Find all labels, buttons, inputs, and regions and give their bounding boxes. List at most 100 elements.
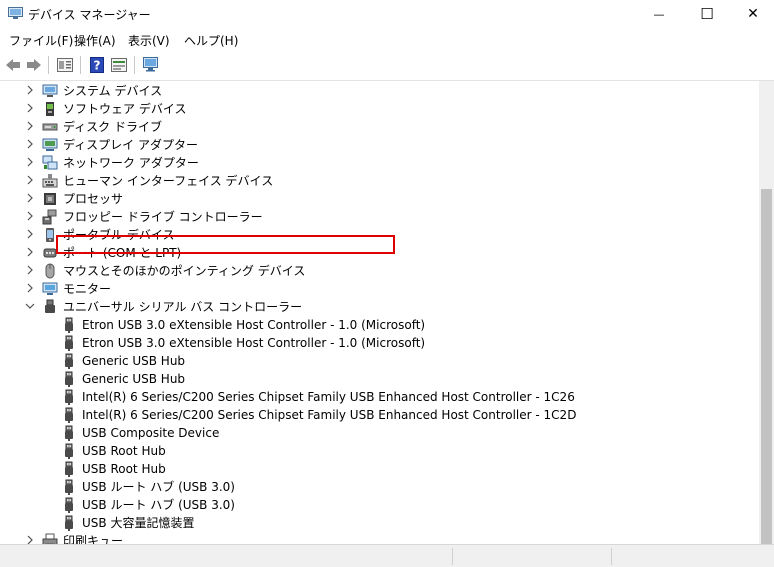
tree-category-row[interactable]: ユニバーサル シリアル バス コントローラー (0, 298, 759, 316)
usb-device-row[interactable]: Generic USB Hub (0, 370, 759, 388)
network-adapter-icon (42, 155, 58, 171)
usb-device-row[interactable]: Generic USB Hub (0, 352, 759, 370)
usb-device-row[interactable]: USB ルート ハブ (USB 3.0) (0, 496, 759, 514)
update-driver-icon (111, 58, 127, 72)
usb-plug-icon (61, 353, 77, 369)
category-label: システム デバイス (63, 84, 163, 98)
minimize-icon: — (653, 7, 665, 21)
chevron-right-icon[interactable] (25, 264, 35, 276)
device-label: Intel(R) 6 Series/C200 Series Chipset Fa… (82, 408, 577, 422)
category-label: モニター (63, 282, 112, 296)
usb-device-row[interactable]: USB 大容量記憶装置 (0, 514, 759, 532)
device-manager-icon (8, 7, 23, 19)
device-label: USB ルート ハブ (USB 3.0) (82, 498, 235, 512)
scan-hardware-icon (142, 57, 158, 72)
minimize-button[interactable]: — (636, 0, 682, 28)
status-divider (611, 548, 612, 565)
chevron-right-icon[interactable] (25, 102, 35, 114)
usb-plug-icon (61, 461, 77, 477)
tree-category-row[interactable]: 印刷キュー (0, 532, 759, 544)
tree-category-row[interactable]: ネットワーク アダプター (0, 154, 759, 172)
disk-drive-icon (42, 119, 58, 135)
tree-category-row[interactable]: ソフトウェア デバイス (0, 100, 759, 118)
tree-category-row[interactable]: ディスク ドライブ (0, 118, 759, 136)
chevron-right-icon[interactable] (25, 246, 35, 258)
forward-button[interactable] (25, 57, 43, 73)
chevron-right-icon[interactable] (25, 282, 35, 294)
chevron-right-icon[interactable] (25, 174, 35, 186)
scan-hardware-button[interactable] (142, 57, 160, 73)
category-label: ユニバーサル シリアル バス コントローラー (63, 300, 303, 314)
tree-category-row[interactable]: プロセッサ (0, 190, 759, 208)
device-tree[interactable]: システム デバイスソフトウェア デバイスディスク ドライブディスプレイ アダプタ… (0, 81, 759, 544)
usb-device-row[interactable]: Etron USB 3.0 eXtensible Host Controller… (0, 316, 759, 334)
maximize-button[interactable]: ☐ (684, 0, 730, 28)
menu-file[interactable]: ファイル(F) (9, 32, 73, 49)
properties-icon (57, 58, 73, 72)
printer-icon (42, 533, 58, 544)
usb-plug-icon (61, 317, 77, 333)
chevron-right-icon[interactable] (25, 156, 35, 168)
window-title: デバイス マネージャー (28, 8, 151, 22)
device-label: Intel(R) 6 Series/C200 Series Chipset Fa… (82, 390, 575, 404)
usb-device-row[interactable]: Intel(R) 6 Series/C200 Series Chipset Fa… (0, 388, 759, 406)
usb-plug-icon (61, 371, 77, 387)
usb-device-row[interactable]: Intel(R) 6 Series/C200 Series Chipset Fa… (0, 406, 759, 424)
tree-category-row[interactable]: モニター (0, 280, 759, 298)
category-label: ディスク ドライブ (63, 120, 162, 134)
category-label: ネットワーク アダプター (63, 156, 199, 170)
close-icon: ✕ (747, 6, 759, 22)
monitor-icon (42, 281, 58, 297)
title-bar[interactable]: デバイス マネージャー — ☐ ✕ (0, 0, 774, 28)
usb-plug-icon (61, 407, 77, 423)
usb-plug-icon (61, 515, 77, 531)
update-driver-button[interactable] (110, 57, 128, 73)
tree-category-row[interactable]: ヒューマン インターフェイス デバイス (0, 172, 759, 190)
close-button[interactable]: ✕ (730, 0, 774, 28)
menu-help[interactable]: ヘルプ(H) (184, 32, 238, 49)
status-bar (0, 544, 774, 567)
chevron-right-icon[interactable] (25, 210, 35, 222)
tree-category-row[interactable]: ディスプレイ アダプター (0, 136, 759, 154)
device-label: Generic USB Hub (82, 372, 186, 386)
usb-device-row[interactable]: USB Root Hub (0, 442, 759, 460)
usb-plug-icon (61, 425, 77, 441)
chevron-right-icon[interactable] (25, 84, 35, 96)
chevron-right-icon[interactable] (25, 192, 35, 204)
category-label: プロセッサ (63, 192, 124, 206)
usb-device-row[interactable]: USB Root Hub (0, 460, 759, 478)
toolbar-separator (80, 56, 81, 74)
properties-button[interactable] (56, 57, 74, 73)
chevron-right-icon[interactable] (25, 534, 35, 544)
chevron-right-icon[interactable] (25, 120, 35, 132)
device-label: USB 大容量記憶装置 (82, 516, 195, 530)
tree-category-row[interactable]: システム デバイス (0, 82, 759, 100)
usb-device-row[interactable]: USB Composite Device (0, 424, 759, 442)
menu-action[interactable]: 操作(A) (74, 32, 116, 49)
chevron-right-icon[interactable] (25, 228, 35, 240)
usb-plug-icon (61, 389, 77, 405)
chevron-right-icon[interactable] (25, 138, 35, 150)
help-button[interactable]: ? (88, 57, 106, 73)
scrollbar-thumb[interactable] (761, 189, 772, 544)
usb-plug-icon (61, 479, 77, 495)
menu-view[interactable]: 表示(V) (128, 32, 170, 49)
software-devices-icon (42, 101, 58, 117)
back-button[interactable] (4, 57, 22, 73)
category-label: マウスとそのほかのポインティング デバイス (63, 264, 306, 278)
usb-device-row[interactable]: USB ルート ハブ (USB 3.0) (0, 478, 759, 496)
usb-plug-icon (61, 443, 77, 459)
usb-device-row[interactable]: Etron USB 3.0 eXtensible Host Controller… (0, 334, 759, 352)
tree-category-row[interactable]: フロッピー ドライブ コントローラー (0, 208, 759, 226)
mouse-icon (42, 263, 58, 279)
toolbar-separator (134, 56, 135, 74)
toolbar-separator (48, 56, 49, 74)
device-label: Etron USB 3.0 eXtensible Host Controller… (82, 318, 426, 332)
maximize-icon: ☐ (700, 5, 714, 23)
chevron-down-icon[interactable] (25, 300, 35, 312)
tree-category-row[interactable]: マウスとそのほかのポインティング デバイス (0, 262, 759, 280)
floppy-controller-icon (42, 209, 58, 225)
usb-plug-icon (61, 497, 77, 513)
vertical-scrollbar[interactable] (759, 81, 774, 544)
display-adapter-icon (42, 137, 58, 153)
